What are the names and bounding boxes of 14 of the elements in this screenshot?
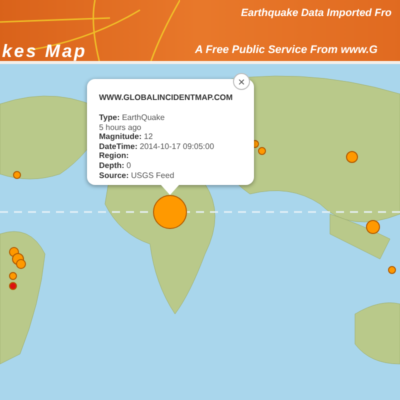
detail-line: DateTime: 2014-10-17 09:05:00 [99, 142, 216, 152]
earthquake-marker[interactable] [388, 266, 396, 274]
detail-line: 5 hours ago [99, 122, 142, 132]
detail-line: Depth: 0 [99, 160, 132, 171]
site-title: kes Map [2, 42, 88, 61]
detail-line: Region: [99, 151, 130, 161]
service-text: A Free Public Service From www.G [195, 44, 378, 56]
site-name: WWW.GLOBALINCIDENTMAP.COM [99, 92, 234, 104]
detail-line: Type: EarthQuake [99, 113, 166, 123]
close-button[interactable]: × [233, 73, 250, 90]
detail-line: Source: USGS Feed [99, 170, 176, 180]
tagline-text: Earthquake Data Imported Fro [241, 8, 392, 20]
detail-line: Magnitude: 12 [99, 132, 154, 142]
earthquake-marker[interactable] [366, 220, 380, 234]
